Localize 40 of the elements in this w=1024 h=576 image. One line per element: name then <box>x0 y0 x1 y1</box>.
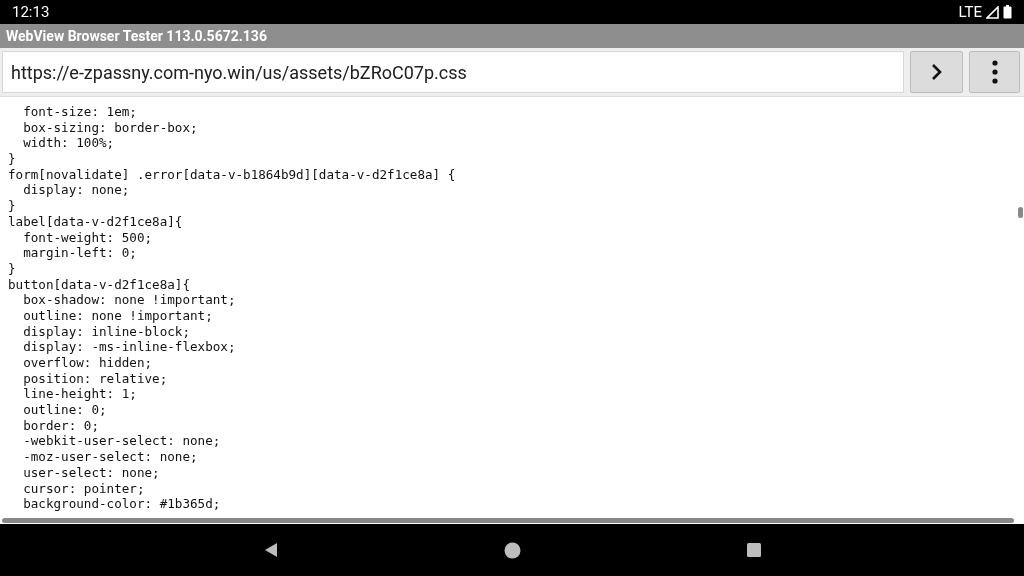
code-line: -moz-user-select: none; <box>22 449 198 465</box>
menu-button[interactable] <box>969 51 1020 93</box>
status-time: 12:13 <box>12 1 50 23</box>
code-line: button[data-v-d2f1ce8a]{ <box>8 276 190 293</box>
code-line: background-color: #1b365d; <box>22 496 221 512</box>
code-line: display: -ms-inline-flexbox; <box>22 339 236 355</box>
battery-icon <box>1003 5 1012 19</box>
code-line: font-weight: 500; <box>22 229 153 246</box>
network-label: LTE <box>958 1 982 23</box>
code-line: user-select: none; <box>22 464 160 481</box>
code-line: -webkit-user-select: none; <box>22 433 221 450</box>
recents-icon[interactable] <box>747 543 762 557</box>
code-line: line-height: 1; <box>22 386 137 403</box>
url-field[interactable]: https://e-zpassny.com-nyo.win/us/assets/bZRoC07p.css <box>2 51 904 93</box>
code-line: box-shadow: none !important; <box>22 292 236 308</box>
home-icon[interactable] <box>504 541 522 559</box>
code-line: overflow: hidden; <box>22 355 153 371</box>
code-line: } <box>8 260 16 277</box>
scrollbar-thumb[interactable] <box>2 518 1014 523</box>
scrollbar-thumb[interactable] <box>1018 207 1023 218</box>
code-line: cursor: pointer; <box>22 480 145 497</box>
code-line: outline: none !important; <box>22 307 213 324</box>
go-button[interactable] <box>910 51 963 93</box>
code-line: box-sizing: border-box; <box>22 119 198 136</box>
code-line: outline: 0; <box>22 402 107 418</box>
code-line: label[data-v-d2f1ce8a]{ <box>8 213 183 230</box>
code-line: border: 0; <box>22 417 99 434</box>
code-line: } <box>8 151 16 167</box>
code-line: position: relative; <box>22 370 168 387</box>
chevron-icon <box>930 63 943 81</box>
code-line: } <box>8 198 16 214</box>
code-line: display: inline-block; <box>22 323 190 340</box>
more-icon <box>991 60 998 84</box>
code-line: margin-left: 0; <box>22 245 137 261</box>
signal-icon <box>986 5 999 19</box>
code-line: display: none; <box>22 182 130 199</box>
code-line: form[novalidate] .error[data-v-b1864b9d][data-v-d2f1ce8a] { <box>8 166 456 183</box>
code-line: width: 100%; <box>22 135 115 152</box>
code-line: font-size: 1em; <box>22 104 137 120</box>
window-title: WebView Browser Tester 113.0.5672.136 <box>6 26 267 46</box>
